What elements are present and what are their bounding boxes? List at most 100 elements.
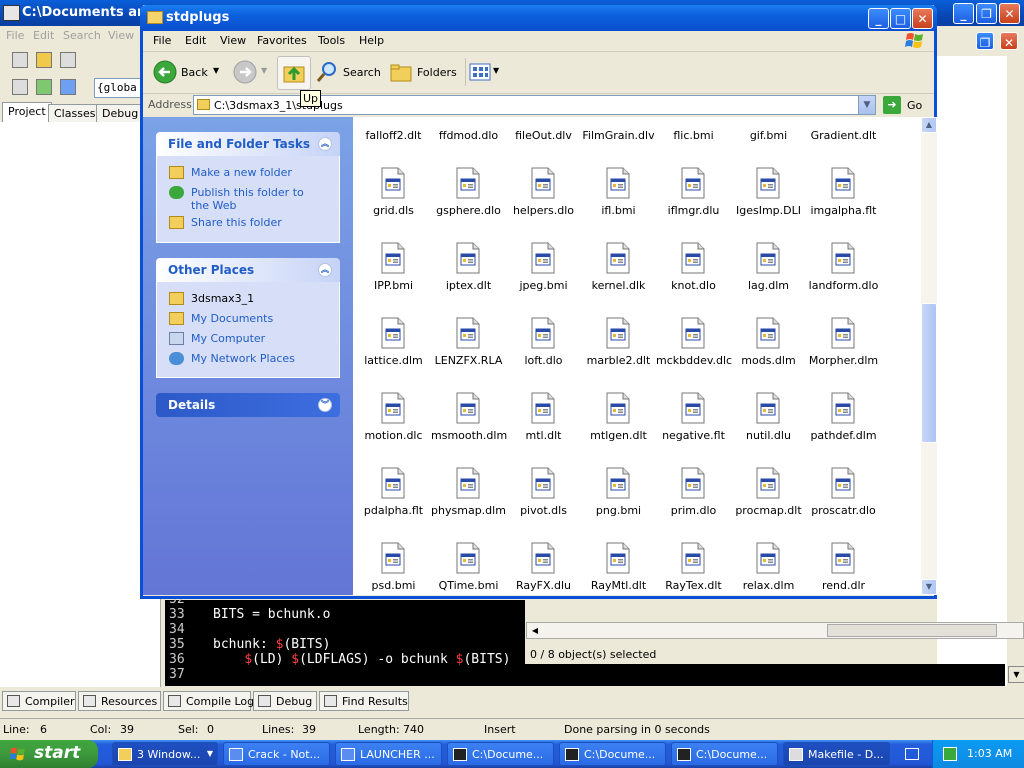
folders-button[interactable]: Folders [389,60,457,84]
file-name: jpeg.bmi [519,279,568,292]
views-button[interactable]: ▼ [469,60,501,84]
file-name: imgalpha.flt [810,204,877,217]
keyboard-icon[interactable] [905,748,919,760]
ide-close-button[interactable]: ✕ [999,3,1020,24]
ide-menu-view[interactable]: View [108,29,134,42]
taskbar-notepad[interactable]: Crack - Not... [223,742,330,766]
make-new-folder-label: Make a new folder [191,166,292,179]
search-button[interactable]: Search [315,60,381,84]
editor-area[interactable] [937,56,1007,686]
file-folder-tasks-header[interactable]: File and Folder Tasks ︽ [156,132,340,156]
new-folder-icon [169,166,184,179]
scroll-left-icon[interactable]: ◀ [528,623,542,638]
taskbar-cmd-2[interactable]: C:\Docume... [559,742,666,766]
run-icon[interactable] [60,79,76,95]
ide-menu-edit[interactable]: Edit [33,29,54,42]
forward-button[interactable]: ▼ [233,60,273,84]
file-name: ffdmod.dlo [438,129,499,142]
checkmark-icon [258,695,271,707]
file-name: RayMtl.dlt [590,579,647,592]
scroll-down-icon[interactable]: ▼ [1008,666,1024,683]
taskbar-windows-group[interactable]: 3 Window... ▼ [112,742,218,766]
file-name: gsphere.dlo [436,204,501,217]
taskbar-cmd-1[interactable]: C:\Docume... [447,742,554,766]
insert-mode: Insert [484,723,516,736]
project-pane[interactable] [0,122,161,687]
explorer-title-bar[interactable]: stdplugs _ □ ✕ [140,5,937,31]
menu-help[interactable]: Help [359,34,384,47]
details-title: Details [168,398,216,412]
compile-icon[interactable] [36,79,52,95]
place-label: My Documents [191,312,274,325]
ide-restore-button[interactable]: ❐ [976,3,997,24]
dll-file-icon [681,467,705,499]
file-folder-tasks-body: Make a new folder Publish this folder to… [156,156,340,243]
tab-project[interactable]: Project [2,102,52,122]
open-folder-icon[interactable] [36,52,52,68]
output-horizontal-scrollbar[interactable]: ◀ [526,622,1024,639]
taskbar-launcher[interactable]: LAUNCHER ... [335,742,442,766]
network-tray-icon[interactable] [943,747,957,761]
menu-favorites[interactable]: Favorites [257,34,307,47]
expand-icon[interactable]: ︾ [318,398,332,412]
folder-icon [118,748,132,761]
taskbar-cmd-3[interactable]: C:\Docume... [671,742,778,766]
tab-resources[interactable]: Resources [78,691,161,711]
tab-compiler[interactable]: Compiler [2,691,76,711]
back-dropdown-icon[interactable]: ▼ [213,66,219,75]
other-places-header[interactable]: Other Places ︽ [156,258,340,282]
menu-view[interactable]: View [220,34,246,47]
tab-resources-label: Resources [101,695,158,708]
ide-menu-file[interactable]: File [6,29,24,42]
up-button[interactable] [277,56,311,90]
start-button[interactable]: start [0,740,98,768]
tab-classes[interactable]: Classes [48,104,102,122]
output-scroll-thumb[interactable] [827,624,997,637]
tab-debug-output[interactable]: Debug [253,691,317,711]
other-places-body: 3dsmax3_1 My Documents My Computer My Ne… [156,282,340,378]
ide-menu-search[interactable]: Search [63,29,101,42]
tab-compile-log[interactable]: Compile Log [163,691,254,711]
save-icon[interactable] [60,52,76,68]
taskbar-makefile[interactable]: Makefile - D... [783,742,890,766]
menu-tools[interactable]: Tools [318,34,345,47]
explorer-close-button[interactable]: ✕ [912,8,933,29]
code-editor[interactable]: 32 33 BITS = bchunk.o 34 35 bchunk: $(BITS… [165,592,525,686]
dll-file-icon [681,167,705,199]
scroll-down-icon[interactable]: ▼ [921,579,937,595]
task-label: LAUNCHER ... [360,748,435,761]
compiler-icon [7,695,20,707]
details-header[interactable]: Details ︾ [156,393,340,417]
scroll-thumb[interactable] [921,303,937,443]
file-name: kernel.dlk [591,279,646,292]
explorer-maximize-button[interactable]: □ [890,8,911,29]
collapse-icon[interactable]: ︽ [318,263,332,277]
file-list-scrollbar[interactable]: ▲ ▼ [921,117,937,595]
address-folder-icon [197,99,210,110]
address-dropdown-icon[interactable]: ▼ [858,96,875,114]
ide-child-restore-button[interactable]: ❐ [976,32,994,50]
clock[interactable]: 1:03 AM [967,747,1012,760]
resources-icon [83,695,96,707]
copy-icon[interactable] [12,79,28,95]
ide-minimize-button[interactable]: _ [953,3,974,24]
file-list[interactable]: falloff2.dlt ffdmod.dlo fileOut.dlv FilmGra… [353,117,921,595]
line-number: 36 [169,652,185,667]
back-button[interactable]: Back ▼ [151,60,221,84]
tab-debug[interactable]: Debug [96,104,145,122]
dll-file-icon [381,392,405,424]
address-label: Address [148,98,192,111]
forward-dropdown-icon[interactable]: ▼ [261,66,267,75]
task-label: C:\Docume... [696,748,768,761]
menu-file[interactable]: File [153,34,171,47]
forward-arrow-icon [233,60,257,84]
scroll-up-icon[interactable]: ▲ [921,117,937,133]
new-file-icon[interactable] [12,52,28,68]
explorer-minimize-button[interactable]: _ [868,8,889,29]
tab-find-results[interactable]: Find Results [319,691,409,711]
ide-child-close-button[interactable]: ✕ [1000,32,1018,50]
collapse-icon[interactable]: ︽ [318,137,332,151]
address-input[interactable]: C:\3dsmax3_1\stdplugs ▼ [193,95,876,115]
views-dropdown-icon[interactable]: ▼ [493,66,499,75]
menu-edit[interactable]: Edit [185,34,206,47]
